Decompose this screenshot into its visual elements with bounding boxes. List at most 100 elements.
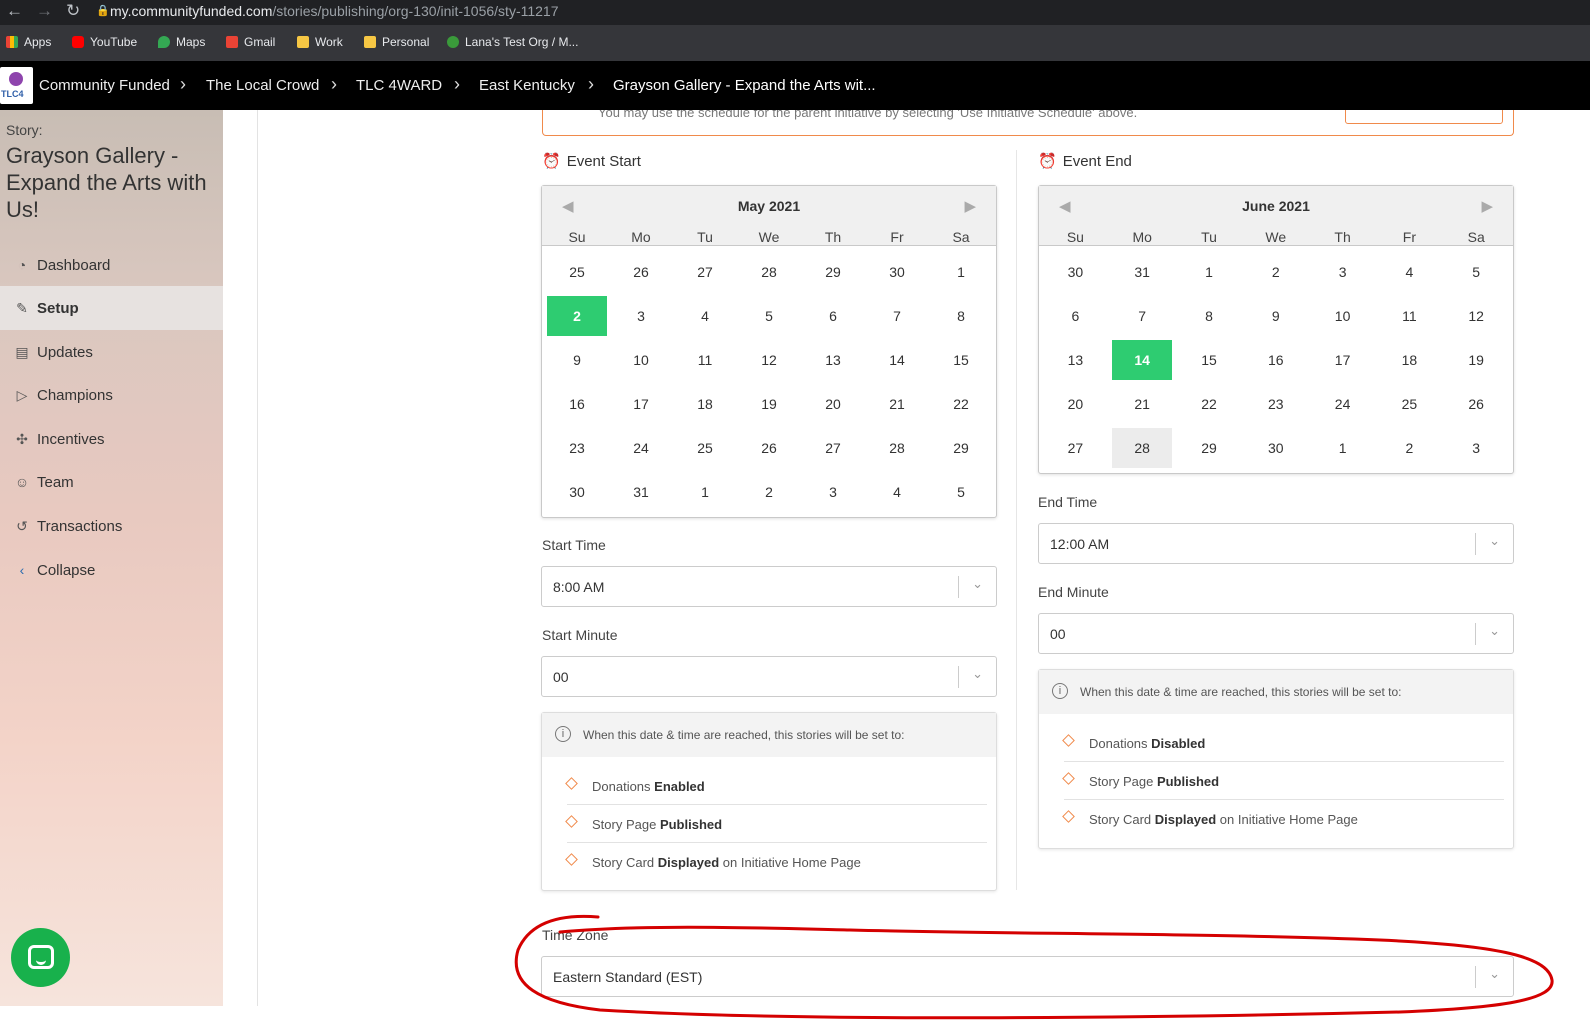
calendar-day[interactable]: 20 <box>1045 384 1105 424</box>
calendar-day[interactable]: 3 <box>1313 252 1373 292</box>
use-initiative-schedule-button[interactable] <box>1345 110 1503 124</box>
sidebar-item-incentives[interactable]: ✣ Incentives <box>0 417 223 461</box>
calendar-day[interactable]: 17 <box>611 384 671 424</box>
calendar-day[interactable]: 23 <box>547 428 607 468</box>
calendar-day[interactable]: 2 <box>739 472 799 512</box>
calendar-day[interactable]: 2 <box>1246 252 1306 292</box>
calendar-day[interactable]: 26 <box>1446 384 1506 424</box>
bookmark-maps[interactable]: Maps <box>158 35 205 49</box>
end-minute-select[interactable]: 00 ⌄ <box>1038 613 1514 654</box>
calendar-day[interactable]: 29 <box>931 428 991 468</box>
bookmark-personal[interactable]: Personal <box>364 35 429 49</box>
calendar-day[interactable]: 18 <box>675 384 735 424</box>
calendar-day[interactable]: 18 <box>1379 340 1439 380</box>
calendar-day[interactable]: 26 <box>611 252 671 292</box>
calendar-day[interactable]: 1 <box>1179 252 1239 292</box>
calendar-day[interactable]: 4 <box>675 296 735 336</box>
calendar-day[interactable]: 23 <box>1246 384 1306 424</box>
bookmark-gmail[interactable]: Gmail <box>226 35 275 49</box>
url-field[interactable]: my.communityfunded.com/stories/publishin… <box>110 3 559 19</box>
calendar-day[interactable]: 8 <box>1179 296 1239 336</box>
forward-arrow-icon[interactable]: → <box>36 1 53 21</box>
calendar-day[interactable]: 2 <box>547 296 607 336</box>
calendar-day[interactable]: 27 <box>803 428 863 468</box>
time-zone-select[interactable]: Eastern Standard (EST) ⌄ <box>541 956 1514 997</box>
sidebar-item-transactions[interactable]: ↺ Transactions <box>0 504 223 548</box>
reload-icon[interactable]: ↻ <box>66 1 80 21</box>
sidebar-item-collapse[interactable]: ‹ Collapse <box>0 548 223 592</box>
calendar-day[interactable]: 9 <box>1246 296 1306 336</box>
calendar-day[interactable]: 3 <box>1446 428 1506 468</box>
breadcrumb-east-kentucky[interactable]: East Kentucky <box>479 77 575 94</box>
calendar-day[interactable]: 6 <box>1045 296 1105 336</box>
calendar-day[interactable]: 28 <box>739 252 799 292</box>
calendar-day[interactable]: 6 <box>803 296 863 336</box>
calendar-day[interactable]: 27 <box>675 252 735 292</box>
calendar-day[interactable]: 29 <box>803 252 863 292</box>
calendar-day[interactable]: 19 <box>739 384 799 424</box>
calendar-day[interactable]: 14 <box>867 340 927 380</box>
calendar-day[interactable]: 30 <box>1246 428 1306 468</box>
calendar-day[interactable]: 24 <box>1313 384 1373 424</box>
calendar-day[interactable]: 13 <box>803 340 863 380</box>
calendar-day[interactable]: 31 <box>1112 252 1172 292</box>
calendar-day[interactable]: 27 <box>1045 428 1105 468</box>
calendar-day[interactable]: 24 <box>611 428 671 468</box>
sidebar-item-team[interactable]: ☺ Team <box>0 460 223 504</box>
back-arrow-icon[interactable]: ← <box>6 1 23 21</box>
calendar-day[interactable]: 28 <box>1112 428 1173 468</box>
breadcrumb-the-local-crowd[interactable]: The Local Crowd <box>206 77 319 94</box>
calendar-day[interactable]: 7 <box>867 296 927 336</box>
calendar-day[interactable]: 14 <box>1112 340 1173 380</box>
sidebar-item-setup[interactable]: ✎ Setup <box>0 286 223 330</box>
chat-widget-button[interactable] <box>11 928 70 987</box>
calendar-day[interactable]: 12 <box>1446 296 1506 336</box>
calendar-day[interactable]: 11 <box>675 340 735 380</box>
sidebar-item-updates[interactable]: ▤ Updates <box>0 330 223 374</box>
calendar-day[interactable]: 1 <box>1313 428 1373 468</box>
calendar-day[interactable]: 4 <box>1379 252 1439 292</box>
calendar-day[interactable]: 21 <box>1112 384 1172 424</box>
bookmark-apps[interactable]: Apps <box>6 35 51 49</box>
calendar-day[interactable]: 25 <box>675 428 735 468</box>
calendar-day[interactable]: 4 <box>867 472 927 512</box>
calendar-day[interactable]: 7 <box>1112 296 1172 336</box>
calendar-day[interactable]: 16 <box>547 384 607 424</box>
calendar-day[interactable]: 3 <box>611 296 671 336</box>
calendar-day[interactable]: 5 <box>931 472 991 512</box>
calendar-day[interactable]: 22 <box>1179 384 1239 424</box>
calendar-day[interactable]: 5 <box>739 296 799 336</box>
calendar-day[interactable]: 13 <box>1045 340 1105 380</box>
calendar-day[interactable]: 20 <box>803 384 863 424</box>
calendar-day[interactable]: 28 <box>867 428 927 468</box>
breadcrumb-community-funded[interactable]: Community Funded <box>39 77 170 94</box>
calendar-day[interactable]: 11 <box>1379 296 1439 336</box>
calendar-day[interactable]: 1 <box>675 472 735 512</box>
start-minute-select[interactable]: 00 ⌄ <box>541 656 997 697</box>
calendar-day[interactable]: 15 <box>1179 340 1239 380</box>
calendar-day[interactable]: 10 <box>1313 296 1373 336</box>
calendar-day[interactable]: 30 <box>867 252 927 292</box>
breadcrumb-tlc-4ward[interactable]: TLC 4WARD <box>356 77 442 94</box>
calendar-day[interactable]: 1 <box>931 252 991 292</box>
calendar-day[interactable]: 25 <box>547 252 607 292</box>
calendar-day[interactable]: 21 <box>867 384 927 424</box>
calendar-day[interactable]: 31 <box>611 472 671 512</box>
bookmark-work[interactable]: Work <box>297 35 343 49</box>
calendar-day[interactable]: 5 <box>1446 252 1506 292</box>
calendar-day[interactable]: 17 <box>1313 340 1373 380</box>
sidebar-item-champions[interactable]: ▷ Champions <box>0 373 223 417</box>
end-time-select[interactable]: 12:00 AM ⌄ <box>1038 523 1514 564</box>
calendar-day[interactable]: 2 <box>1379 428 1439 468</box>
calendar-day[interactable]: 8 <box>931 296 991 336</box>
calendar-day[interactable]: 9 <box>547 340 607 380</box>
calendar-day[interactable]: 3 <box>803 472 863 512</box>
calendar-day[interactable]: 10 <box>611 340 671 380</box>
calendar-day[interactable]: 22 <box>931 384 991 424</box>
bookmark-lanas-test-org[interactable]: Lana's Test Org / M... <box>447 35 578 49</box>
calendar-day[interactable]: 29 <box>1179 428 1239 468</box>
start-time-select[interactable]: 8:00 AM ⌄ <box>541 566 997 607</box>
calendar-day[interactable]: 30 <box>1045 252 1105 292</box>
sidebar-item-dashboard[interactable]: ◔ Dashboard <box>0 243 223 287</box>
tlc-logo[interactable]: TLC4 <box>0 67 33 104</box>
